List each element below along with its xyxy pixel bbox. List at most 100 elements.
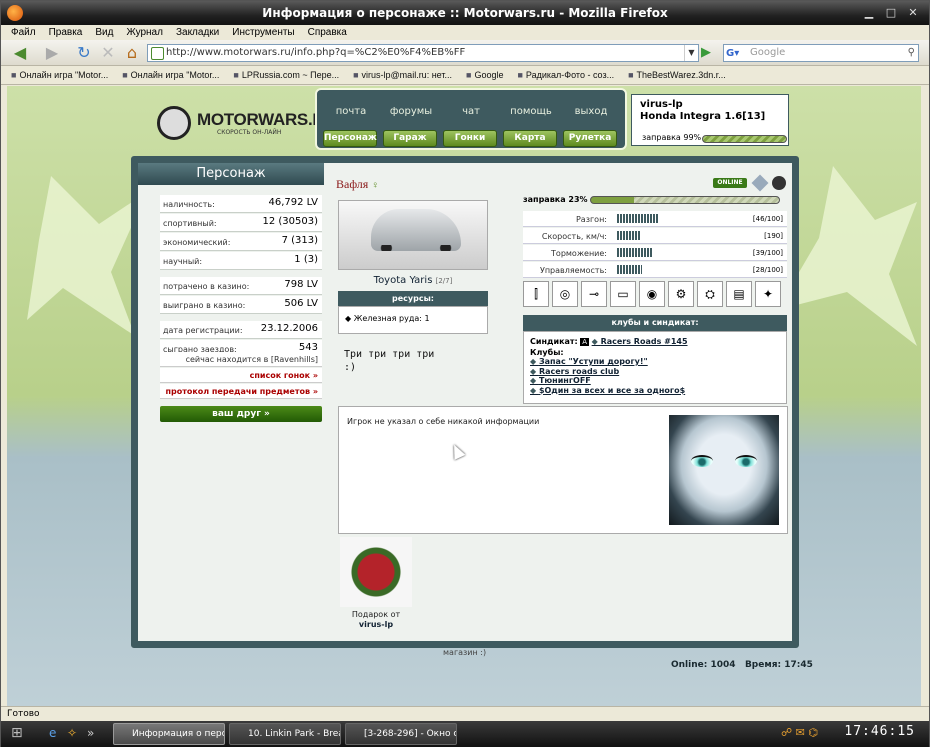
online-badge: ONLINE xyxy=(713,178,747,188)
roulette-button[interactable]: Рулетка xyxy=(563,130,617,147)
filter-part-icon[interactable]: ▤ xyxy=(726,281,752,307)
car-parts: ⫿ ◎ ⊸ ▭ ◉ ⚙ ⛭ ▤ ✦ xyxy=(523,281,781,307)
resource-item: Железная руда: 1 xyxy=(353,314,430,323)
bookmark-item[interactable]: LPRussia.com ~ Пере... xyxy=(233,66,339,84)
address-bar[interactable]: http://www.motorwars.ru/info.php?q=%C2%E… xyxy=(147,44,699,62)
stat-value: 798 LV xyxy=(284,279,318,290)
diamond-icon[interactable] xyxy=(751,174,769,192)
about-box: Игрок не указал о себе никакой информаци… xyxy=(338,406,788,534)
transfer-log-link[interactable]: протокол передачи предметов » xyxy=(160,384,322,399)
menu-bookmarks[interactable]: Закладки xyxy=(176,25,219,40)
quicklaunch-more-icon[interactable]: » xyxy=(87,726,94,740)
shop-link[interactable]: магазин :) xyxy=(443,648,486,657)
clubs-list: Синдикат: A Racers Roads #145 Клубы: Зап… xyxy=(523,331,787,404)
user-name[interactable]: virus-lp xyxy=(640,99,780,111)
engine-part-icon[interactable]: ⛭ xyxy=(697,281,723,307)
tray-icons[interactable]: ☍ ✉ ⌬ xyxy=(781,726,818,739)
club-link[interactable]: Racers roads club xyxy=(530,367,780,377)
car-params: Разгон: [46/100] Скорость, км/ч: [190] Тор… xyxy=(523,211,787,279)
club-link[interactable]: Запас "Уступи дорогу!" xyxy=(530,357,780,367)
bookmark-item[interactable]: Онлайн игра "Motor... xyxy=(11,66,108,84)
ie-icon[interactable]: e xyxy=(49,726,56,740)
stat-label: дата регистрации: xyxy=(163,326,243,335)
site-logo[interactable]: MOTORWARS.RU СКОРОСТЬ ОН-ЛАЙН xyxy=(157,106,337,140)
menu-link-mail[interactable]: почта xyxy=(321,106,381,117)
race-list-link[interactable]: список гонок » xyxy=(160,368,322,383)
go-icon[interactable]: ▶ xyxy=(701,45,717,61)
param-label: Разгон: xyxy=(575,215,607,224)
param-value: [28/100] xyxy=(752,266,783,274)
search-icon[interactable]: ⚲ xyxy=(908,45,915,61)
brake-part-icon[interactable]: ◉ xyxy=(639,281,665,307)
menu-history[interactable]: Журнал xyxy=(126,25,163,40)
player-quote: Три три три три :) xyxy=(344,348,434,374)
fuel-bar xyxy=(590,196,780,204)
home-icon[interactable]: ⌂ xyxy=(121,43,143,63)
message-icon[interactable] xyxy=(772,176,786,190)
param-bar xyxy=(617,231,641,240)
back-icon[interactable]: ◀ xyxy=(9,43,31,63)
map-button[interactable]: Карта xyxy=(503,130,557,147)
exhaust-part-icon[interactable]: ⊸ xyxy=(581,281,607,307)
tire-part-icon[interactable]: ◎ xyxy=(552,281,578,307)
bookmark-item[interactable]: virus-lp@mail.ru: нет... xyxy=(353,66,452,84)
menu-edit[interactable]: Правка xyxy=(49,25,83,40)
gift-from: Подарок от xyxy=(351,610,401,619)
menu-view[interactable]: Вид xyxy=(95,25,113,40)
club-link[interactable]: ТюнингOFF xyxy=(530,376,780,386)
stat-label: наличность: xyxy=(163,200,215,209)
gender-icon: ♀ xyxy=(371,180,379,191)
user-box: virus-lp Honda Integra 1.6[13] заправка … xyxy=(631,94,789,146)
stat-row: научный: 1 (3) xyxy=(160,252,322,270)
param-value: [190] xyxy=(764,232,783,240)
menu-link-exit[interactable]: выход xyxy=(561,106,621,117)
bookmark-item[interactable]: TheBestWarez.3dn.r... xyxy=(628,66,726,84)
garage-button[interactable]: Гараж xyxy=(383,130,437,147)
bookmark-item[interactable]: Google xyxy=(466,66,503,84)
body-part-icon[interactable]: ▭ xyxy=(610,281,636,307)
title-bar: Информация о персонаже :: Motorwars.ru -… xyxy=(1,1,929,25)
gear-part-icon[interactable]: ⚙ xyxy=(668,281,694,307)
menu-bar: Файл Правка Вид Журнал Закладки Инструме… xyxy=(1,25,929,40)
resources-header: ресурсы: xyxy=(338,291,488,306)
address-dropdown-icon[interactable]: ▼ xyxy=(684,45,698,61)
taskbar-item[interactable]: Информация о перс... xyxy=(113,723,225,745)
quicklaunch-icon[interactable]: ✧ xyxy=(67,726,77,740)
bookmark-item[interactable]: Онлайн игра "Motor... xyxy=(122,66,220,84)
menu-help[interactable]: Справка xyxy=(308,25,347,40)
start-button-icon[interactable]: ⊞ xyxy=(11,725,33,743)
stat-row: дата регистрации: 23.12.2006 xyxy=(160,321,322,339)
syndicate-link[interactable]: Racers Roads #145 xyxy=(592,337,688,346)
stat-value: 506 LV xyxy=(284,298,318,309)
bookmark-item[interactable]: Радикал-Фото - соз... xyxy=(517,66,614,84)
character-panel: Персонаж наличность: 46,792 LV спортивный… xyxy=(131,156,799,648)
car-image[interactable] xyxy=(338,200,488,270)
menu-link-chat[interactable]: чат xyxy=(441,106,501,117)
menu-tools[interactable]: Инструменты xyxy=(232,25,294,40)
param-bar xyxy=(617,214,658,223)
shock-part-icon[interactable]: ⫿ xyxy=(523,281,549,307)
races-button[interactable]: Гонки xyxy=(443,130,497,147)
gift-flowers-image[interactable] xyxy=(340,537,412,607)
gift-user[interactable]: virus-lp xyxy=(359,620,393,629)
taskbar: ⊞ e ✧ » Информация о перс... 10. Linkin … xyxy=(1,721,929,747)
character-button[interactable]: Персонаж xyxy=(323,130,377,147)
taskbar-item[interactable]: 10. Linkin Park - Brea... xyxy=(229,723,341,745)
menu-file[interactable]: Файл xyxy=(11,25,36,40)
menu-link-help[interactable]: помощь xyxy=(501,106,561,117)
reload-icon[interactable]: ↻ xyxy=(73,43,95,63)
menu-link-forums[interactable]: форумы xyxy=(381,106,441,117)
stop-icon[interactable]: ✕ xyxy=(97,43,119,63)
club-link[interactable]: $Один за всех и все за одного$ xyxy=(530,386,780,396)
taskbar-item[interactable]: [3-268-296] - Окно с... xyxy=(345,723,457,745)
stat-label: выиграно в казино: xyxy=(163,301,246,310)
address-text: http://www.motorwars.ru/info.php?q=%C2%E… xyxy=(166,47,466,58)
forward-icon[interactable]: ▶ xyxy=(41,43,63,63)
maximize-icon[interactable]: □ xyxy=(883,5,899,21)
search-box[interactable]: G▾ Google ⚲ xyxy=(723,44,919,62)
minimize-icon[interactable]: ▁ xyxy=(861,5,877,21)
google-icon[interactable]: G▾ xyxy=(726,46,739,62)
close-icon[interactable]: ✕ xyxy=(905,5,921,21)
add-friend-button[interactable]: ваш друг » xyxy=(160,406,322,422)
turbo-part-icon[interactable]: ✦ xyxy=(755,281,781,307)
